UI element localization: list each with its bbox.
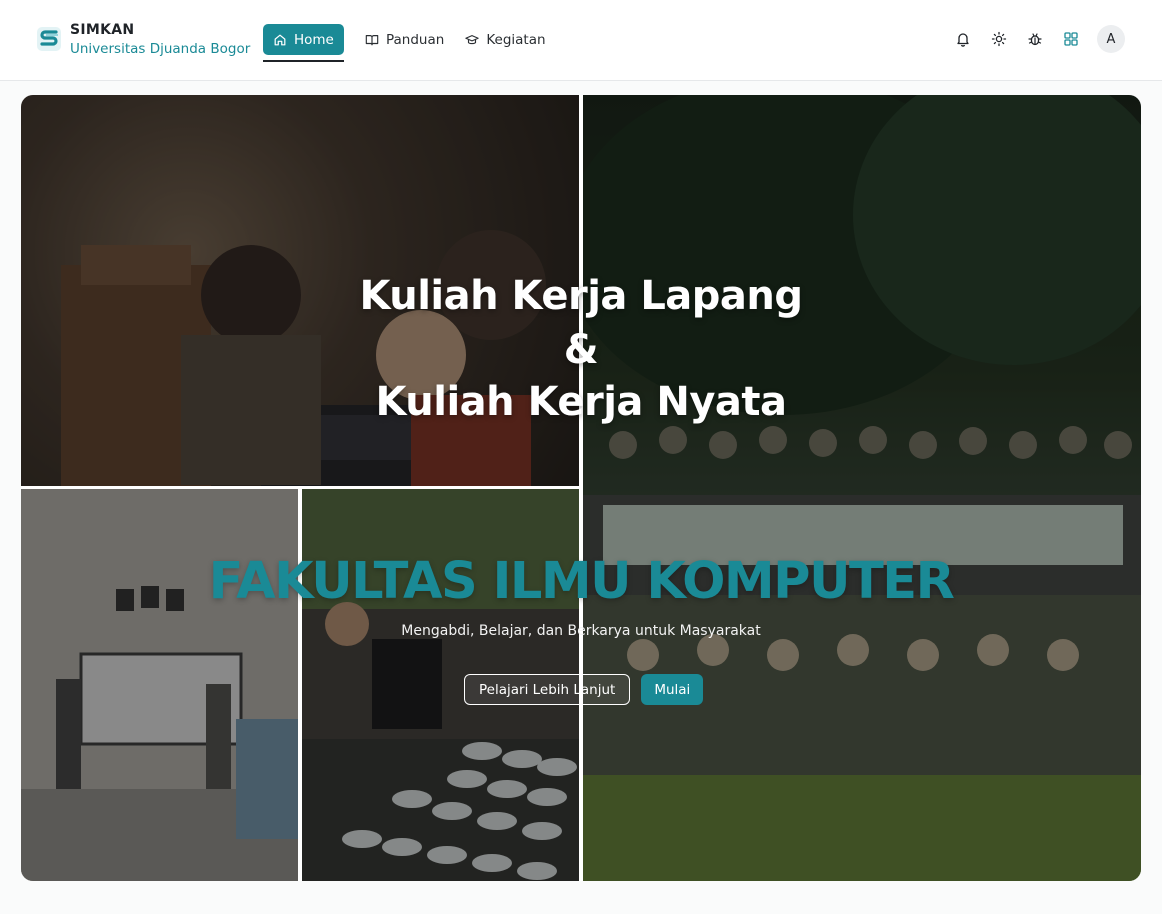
learn-more-button[interactable]: Pelajari Lebih Lanjut	[464, 674, 631, 705]
main-nav: Home Panduan Kegiatan	[263, 24, 557, 62]
theme-toggle-button[interactable]	[985, 25, 1013, 53]
hero-photo-presentation	[21, 489, 298, 881]
bell-icon	[957, 33, 969, 47]
graduation-cap-icon	[465, 34, 480, 44]
brand-subtitle: Universitas Djuanda Bogor	[70, 41, 251, 57]
brand[interactable]: SIMKAN Universitas Djuanda Bogor	[35, 22, 250, 60]
grid-icon	[1064, 32, 1078, 46]
nav-panduan-label: Panduan	[386, 31, 445, 48]
user-avatar[interactable]: A	[1097, 25, 1125, 53]
hero-actions: Pelajari Lebih Lanjut Mulai	[464, 674, 704, 705]
hero-title-ampersand: &	[563, 327, 599, 373]
book-icon	[365, 34, 379, 45]
apps-button[interactable]	[1057, 25, 1085, 53]
header-toolbar: A	[941, 25, 1125, 53]
hero-photo-group-ceremony	[583, 95, 1141, 881]
brand-name: SIMKAN	[70, 22, 135, 38]
bug-icon	[1028, 33, 1042, 46]
faculty-heading: FAKULTAS ILMU KOMPUTER	[208, 552, 955, 611]
hero-title-line-1: Kuliah Kerja Lapang	[359, 273, 803, 319]
nav-kegiatan-label: Kegiatan	[486, 31, 546, 48]
sun-icon	[991, 31, 1007, 47]
hero-title-line-2: Kuliah Kerja Nyata	[375, 379, 787, 425]
nav-home-label: Home	[294, 31, 334, 48]
nav-home[interactable]: Home	[263, 24, 344, 62]
simkan-logo-icon	[37, 27, 61, 51]
top-header: SIMKAN Universitas Djuanda Bogor Home Pa…	[0, 0, 1162, 81]
nav-kegiatan[interactable]: Kegiatan	[455, 24, 555, 55]
notifications-button[interactable]	[949, 25, 977, 53]
nav-panduan[interactable]: Panduan	[355, 24, 454, 55]
start-button[interactable]: Mulai	[641, 674, 704, 705]
home-icon	[274, 34, 286, 45]
bug-report-button[interactable]	[1021, 25, 1049, 53]
hero-tagline: Mengabdi, Belajar, dan Berkarya untuk Ma…	[401, 623, 761, 639]
hero-banner: Kuliah Kerja Lapang & Kuliah Kerja Nyata…	[21, 95, 1141, 881]
